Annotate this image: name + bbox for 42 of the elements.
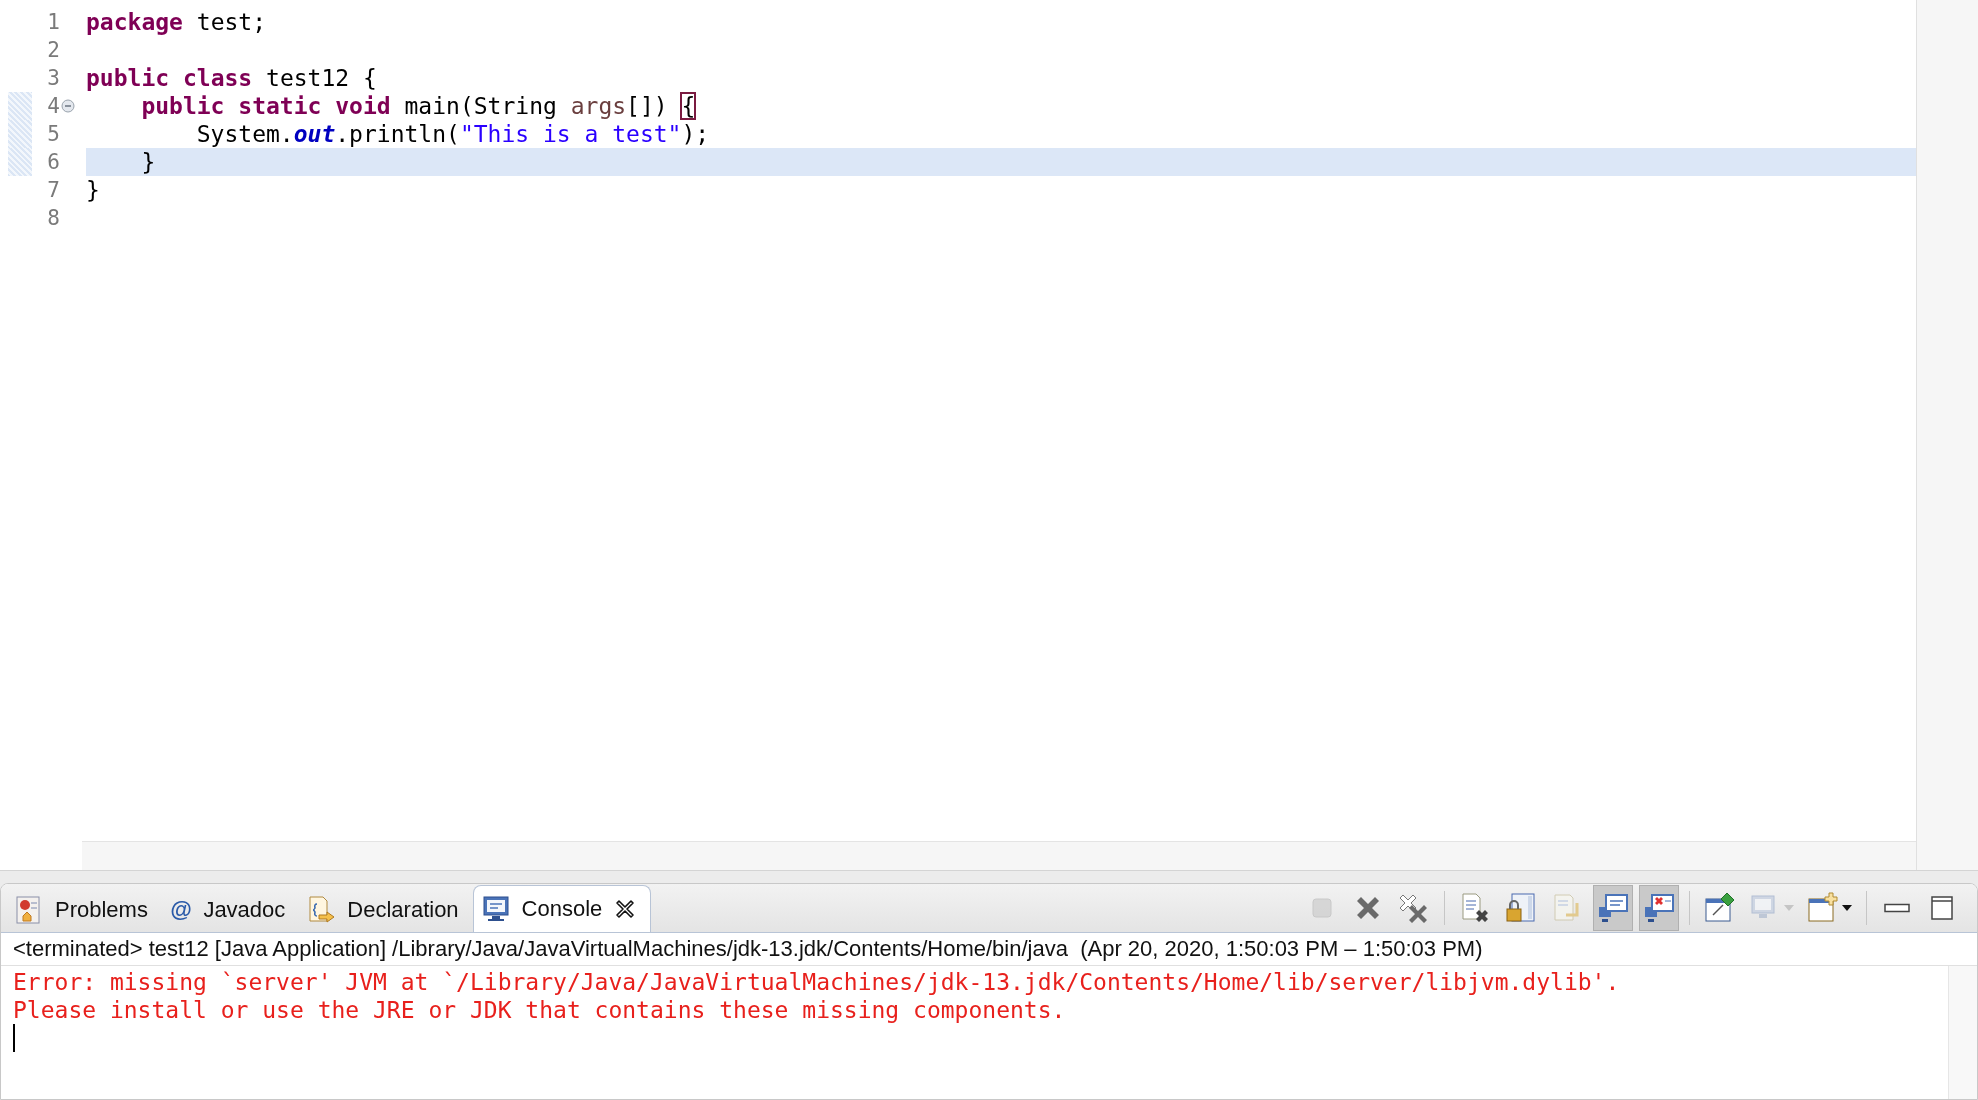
view-tab[interactable]: Declaration [299, 888, 473, 932]
view-tab[interactable]: Problems [7, 888, 162, 932]
code-line: public static void main(String args[]) { [140, 93, 696, 119]
code-line: } [140, 149, 156, 175]
close-icon[interactable] [614, 898, 637, 920]
change-marker [8, 92, 32, 120]
document-arrow-icon [307, 895, 336, 925]
at-sign-icon: @ [169, 897, 192, 923]
code-line: } [86, 177, 100, 203]
monitor-icon [1596, 891, 1630, 925]
line-number: 3 [46, 66, 60, 90]
line-number: 5 [46, 122, 60, 146]
problems-icon [15, 895, 43, 925]
code-line: package test; [86, 9, 267, 35]
console-output-line: Please install or use the JRE or JDK that contains these missing components. [13, 996, 1067, 1024]
show-stdout-button[interactable] [1593, 885, 1633, 931]
text-cursor [13, 1024, 15, 1052]
view-tab[interactable]: Console [472, 885, 652, 932]
vertical-scrollbar[interactable] [1917, 0, 1978, 870]
code-line: System.out.println("This is a test"); [195, 121, 710, 147]
collapse-icon[interactable] [61, 99, 75, 113]
line-number: 7 [46, 178, 60, 202]
line-number: 6 [46, 150, 60, 174]
change-marker [8, 120, 32, 148]
horizontal-scrollbar[interactable] [82, 841, 1916, 870]
line-number: 4 [46, 94, 60, 118]
line-number: 1 [46, 10, 60, 34]
vertical-scrollbar[interactable] [1948, 966, 1977, 1099]
padlock-icon [1504, 891, 1538, 925]
code-line: public class test12 { [86, 65, 377, 91]
monitor-x-icon [1642, 891, 1676, 925]
caret-icon[interactable] [1841, 904, 1853, 912]
show-stderr-button[interactable] [1639, 885, 1679, 931]
view-tab[interactable]: @ Javadoc [161, 888, 300, 932]
console-header: <terminated> test12 [Java Application] /Library/Java/JavaVirtualMachines/jdk-13.jdk/Contents/Home/bin/java (Apr 20, 2020, 1:50:03 PM – 1:50:03 PM) [1, 933, 1977, 966]
monitor-icon [481, 895, 510, 923]
pin-icon [1703, 891, 1737, 925]
change-marker [8, 148, 32, 176]
line-number: 2 [46, 38, 60, 62]
line-number: 8 [46, 206, 60, 230]
console-output-line: Error: missing `server' JVM at `/Library/Java/JavaVirtualMachines/jdk-13.jdk/Contents/Home/lib/server/libjvm.dylib'. [13, 968, 1621, 996]
window-plus-icon [1807, 891, 1841, 925]
